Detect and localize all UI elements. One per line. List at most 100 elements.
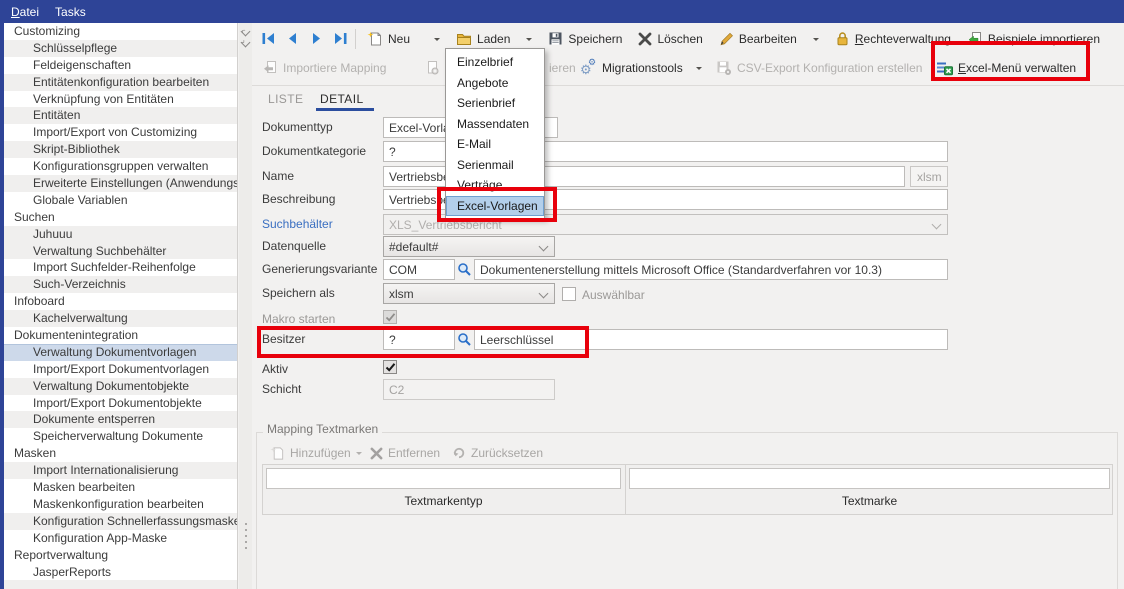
textmarkentyp-filter-input[interactable] xyxy=(266,468,621,489)
document-import-icon xyxy=(967,31,983,47)
covered-button-right[interactable]: ieren xyxy=(549,55,576,81)
menu-item[interactable]: Einzelbrief xyxy=(446,52,544,73)
sidebar-item[interactable]: Konfiguration Schnellerfassungsmaske xyxy=(4,513,237,530)
sidebar-item[interactable]: Schlüsselpflege xyxy=(4,40,237,57)
sidebar-item[interactable] xyxy=(4,580,237,589)
aktiv-checkbox[interactable] xyxy=(383,360,397,374)
sidebar-item[interactable]: Customizing xyxy=(4,23,237,40)
menu-item-label: Serienbrief xyxy=(457,96,515,110)
sidebar-item[interactable]: Dokumente entsperren xyxy=(4,411,237,428)
sidebar-item[interactable]: Speicherverwaltung Dokumente xyxy=(4,428,237,445)
splitter-grip[interactable] xyxy=(245,541,247,543)
entfernen-button[interactable]: Entfernen xyxy=(370,443,440,463)
sidebar-item-label: Konfiguration App-Maske xyxy=(33,531,167,545)
makro-starten-checkbox[interactable] xyxy=(383,310,397,324)
generierungsvariante-lookup-icon[interactable] xyxy=(457,262,472,277)
menu-item-label: E-Mail xyxy=(457,137,491,151)
datenquelle-chevron-icon[interactable] xyxy=(539,242,549,252)
splitter-grip[interactable] xyxy=(245,535,247,537)
textmarkentyp-column-header[interactable]: Textmarkentyp xyxy=(266,494,621,508)
excel-menu-verwalten-button[interactable]: Excel-Menü verwalten xyxy=(936,55,1076,81)
hinzufuegen-label: Hinzufügen xyxy=(290,446,351,460)
textmarke-filter-input[interactable] xyxy=(629,468,1110,489)
suchbehaelter-chevron-icon[interactable] xyxy=(932,220,942,230)
nav-previous-button[interactable] xyxy=(280,26,304,51)
datenquelle-combobox[interactable]: #default# xyxy=(383,236,555,257)
csv-export-button[interactable]: CSV-Export Konfiguration erstellen xyxy=(716,55,922,81)
bearbeiten-label: Bearbeiten xyxy=(739,32,797,46)
nav-next-icon xyxy=(309,31,324,46)
menu-item[interactable]: E-Mail xyxy=(446,134,544,155)
sidebar-item[interactable]: Masken bearbeiten xyxy=(4,479,237,496)
speichern-als-label: Speichern als xyxy=(262,286,335,300)
splitter-collapse-right-icon[interactable]: › xyxy=(241,38,251,48)
dokumenttyp-label: Dokumenttyp xyxy=(262,120,333,134)
sidebar-item[interactable]: Maskenkonfiguration bearbeiten xyxy=(4,496,237,513)
sidebar-item-label: Konfiguration Schnellerfassungsmaske xyxy=(33,514,237,528)
hinzufuegen-button[interactable]: Hinzufügen xyxy=(270,443,362,463)
importiere-mapping-button[interactable]: Importiere Mapping xyxy=(262,55,386,81)
tab-detail[interactable]: DETAIL xyxy=(320,92,364,106)
neu-dropdown-arrow-icon[interactable] xyxy=(434,38,440,44)
sidebar-item[interactable]: Verknüpfung von Entitäten xyxy=(4,91,237,108)
menu-item[interactable]: Massendaten xyxy=(446,114,544,135)
speichern-button[interactable]: Speichern xyxy=(540,26,630,51)
textmarke-column-header[interactable]: Textmarke xyxy=(629,494,1110,508)
name-extension-badge: xlsm xyxy=(910,166,948,187)
migrationstools-button[interactable]: ⚙ ⚙ Migrationstools xyxy=(580,55,702,81)
speichern-als-combobox[interactable]: xlsm xyxy=(383,283,555,304)
menu-item-label: Einzelbrief xyxy=(457,55,513,69)
hinzufuegen-dropdown-arrow-icon[interactable] xyxy=(356,452,362,458)
menu-item-label: Verträge xyxy=(457,178,502,192)
toolbar-divider xyxy=(252,85,1124,86)
sidebar-item[interactable]: Import Internationalisierung xyxy=(4,462,237,479)
speichern-als-chevron-icon[interactable] xyxy=(539,289,549,299)
splitter-grip[interactable] xyxy=(245,547,247,549)
menu-item[interactable]: Serienbrief xyxy=(446,93,544,114)
neu-button[interactable]: Neu xyxy=(359,26,448,51)
nav-first-button[interactable] xyxy=(256,26,280,51)
sidebar-item[interactable]: Reportverwaltung xyxy=(4,547,237,564)
nav-next-button[interactable] xyxy=(304,26,328,51)
suchbehaelter-label[interactable]: Suchbehälter xyxy=(262,217,333,231)
remove-x-gray-icon xyxy=(370,447,383,460)
menu-item[interactable]: Verträge xyxy=(446,175,544,196)
beispiele-importieren-button[interactable]: Beispiele importieren xyxy=(959,26,1108,51)
migrationstools-dropdown-arrow-icon[interactable] xyxy=(696,67,702,73)
zuruecksetzen-button[interactable]: Zurücksetzen xyxy=(452,443,543,463)
besitzer-lookup-icon[interactable] xyxy=(457,332,472,347)
toolbar-separator xyxy=(355,29,356,49)
menu-item[interactable]: Angebote xyxy=(446,73,544,94)
splitter-collapse-left-icon[interactable]: ‹ xyxy=(241,27,251,37)
nav-last-button[interactable] xyxy=(328,26,352,51)
beschreibung-label: Beschreibung xyxy=(262,192,335,206)
column-divider[interactable] xyxy=(625,465,626,514)
splitter-grip[interactable] xyxy=(245,529,247,531)
bearbeiten-dropdown-arrow-icon[interactable] xyxy=(813,38,819,44)
sidebar-item[interactable]: Feldeigenschaften xyxy=(4,57,237,74)
splitter-grip[interactable] xyxy=(245,523,247,525)
laden-dropdown-arrow-icon[interactable] xyxy=(526,38,532,44)
sidebar-item[interactable]: Entitätenkonfiguration bearbeiten xyxy=(4,74,237,91)
auswaehlbar-checkbox[interactable] xyxy=(562,287,576,301)
beispiele-importieren-label: Beispiele importieren xyxy=(988,32,1100,46)
tab-liste[interactable]: LISTE xyxy=(268,92,303,106)
schicht-field[interactable]: C2 xyxy=(383,379,555,400)
rechteverwaltung-label: Rechteverwaltung xyxy=(855,32,951,46)
bearbeiten-button[interactable]: Bearbeiten xyxy=(711,26,827,51)
menu-tasks[interactable]: Tasks xyxy=(55,5,86,19)
besitzer-label: Besitzer xyxy=(262,332,305,346)
sidebar-item[interactable]: Masken xyxy=(4,445,237,462)
sidebar-item[interactable]: Konfiguration App-Maske xyxy=(4,530,237,547)
datenquelle-label: Datenquelle xyxy=(262,239,326,253)
generierungsvariante-field[interactable]: COM xyxy=(383,259,455,280)
rechteverwaltung-button[interactable]: Rechteverwaltung xyxy=(827,26,959,51)
menu-item[interactable]: Serienmail xyxy=(446,155,544,176)
menu-item[interactable]: Excel-Vorlagen xyxy=(446,196,544,217)
menu-datei[interactable]: Datei xyxy=(11,5,39,19)
sidebar-item[interactable]: JasperReports xyxy=(4,564,237,581)
menu-item-label: Massendaten xyxy=(457,117,529,131)
loeschen-button[interactable]: Löschen xyxy=(630,26,710,51)
besitzer-field[interactable]: ? xyxy=(383,329,455,350)
datenquelle-value: #default# xyxy=(389,240,438,254)
